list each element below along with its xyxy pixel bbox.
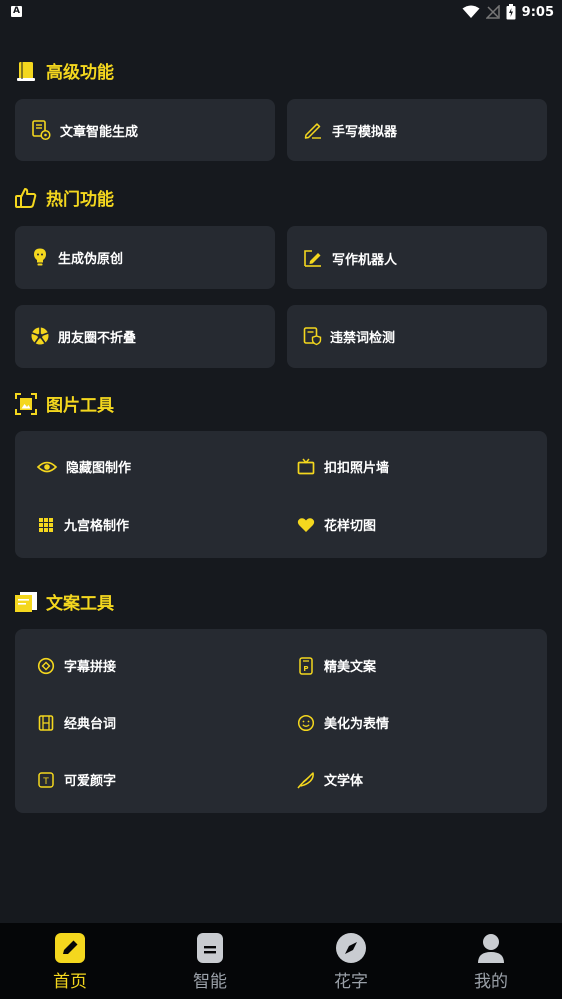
- tool-item-cute-kaomoji[interactable]: T 可爱颜字: [36, 770, 116, 789]
- tool-label: 精美文案: [324, 660, 377, 675]
- feature-card-handwriting-simulator[interactable]: 手写模拟器: [287, 99, 547, 161]
- tool-label: 文学体: [324, 774, 364, 789]
- text-box-icon: T: [38, 771, 54, 788]
- status-icons: 9:05: [462, 3, 554, 21]
- pen-icon: [304, 123, 321, 139]
- eye-icon: [36, 461, 58, 472]
- feature-label: 文章智能生成: [60, 124, 139, 140]
- tool-label: 扣扣照片墙: [324, 461, 390, 476]
- note-card-icon: [197, 933, 223, 963]
- tool-label: 九宫格制作: [64, 519, 130, 534]
- document-p-icon: P: [299, 656, 313, 675]
- tool-item-literary-style[interactable]: 文学体: [296, 770, 363, 789]
- aperture-icon: [31, 327, 49, 345]
- feature-card-article-generate[interactable]: 文章智能生成: [15, 99, 275, 161]
- nav-label: 智能: [193, 972, 227, 992]
- tool-label: 隐藏图制作: [66, 461, 132, 476]
- feature-label: 违禁词检测: [330, 330, 396, 346]
- no-signal-icon: [485, 5, 500, 19]
- bottom-navigation: 首页 智能 花字 我的: [0, 923, 562, 999]
- tool-label: 美化为表情: [324, 717, 390, 732]
- compass-icon: [336, 933, 366, 963]
- nav-tab-fancy-text[interactable]: 花字: [281, 923, 421, 999]
- section-title-copy-tools: 文案工具: [14, 589, 114, 614]
- image-frame-icon: [15, 392, 37, 415]
- nav-tab-smart[interactable]: 智能: [140, 923, 280, 999]
- section-title-image-tools: 图片工具: [14, 391, 114, 416]
- feature-label: 手写模拟器: [332, 124, 398, 140]
- image-tools-card: 隐藏图制作 扣扣照片墙 九宫格制作 花样切图: [15, 431, 547, 558]
- battery-icon: [506, 4, 516, 20]
- tool-item-qq-photo-wall[interactable]: 扣扣照片墙: [296, 457, 389, 476]
- subtitle-icon: [37, 657, 55, 674]
- tool-item-emoticon[interactable]: 美化为表情: [296, 713, 389, 732]
- feature-label: 写作机器人: [332, 252, 398, 268]
- tool-label: 字幕拼接: [64, 660, 117, 675]
- user-icon: [478, 934, 504, 963]
- section-title-advanced: 高级功能: [14, 58, 114, 83]
- tool-item-fancy-cut[interactable]: 花样切图: [296, 515, 376, 534]
- heart-icon: [297, 517, 315, 532]
- feature-card-pseudo-original[interactable]: 生成伪原创: [15, 226, 275, 289]
- nav-tab-home[interactable]: 首页: [0, 923, 140, 999]
- tool-item-hidden-image[interactable]: 隐藏图制作: [36, 457, 131, 476]
- nav-label: 花字: [334, 972, 368, 992]
- status-bar: A 9:05: [0, 0, 562, 24]
- pencil-square-icon: [55, 933, 85, 963]
- section-title-text: 高级功能: [46, 63, 114, 83]
- tv-icon: [297, 458, 315, 474]
- smiley-icon: [297, 714, 315, 731]
- svg-text:P: P: [303, 665, 308, 673]
- nav-tab-mine[interactable]: 我的: [421, 923, 561, 999]
- document-gear-icon: [32, 120, 51, 141]
- section-title-text: 图片工具: [46, 396, 114, 416]
- feature-label: 朋友圈不折叠: [58, 330, 137, 346]
- film-icon: [38, 714, 54, 731]
- section-title-hot: 热门功能: [14, 185, 114, 210]
- tool-label: 可爱颜字: [64, 774, 117, 789]
- edit-document-icon: [304, 250, 321, 267]
- notebook-icon: [17, 61, 35, 81]
- feature-card-writing-robot[interactable]: 写作机器人: [287, 226, 547, 289]
- section-title-text: 热门功能: [46, 190, 114, 210]
- feature-label: 生成伪原创: [58, 251, 124, 267]
- nav-label: 首页: [53, 972, 87, 992]
- feature-card-forbidden-word-check[interactable]: 违禁词检测: [287, 305, 547, 368]
- copy-tools-card: 字幕拼接 P 精美文案 经典台词 美化为表情 T 可爱颜字 文学体: [15, 629, 547, 813]
- lightbulb-icon: [34, 248, 46, 266]
- grid-icon: [39, 517, 53, 532]
- feather-icon: [297, 771, 314, 788]
- status-time: 9:05: [521, 4, 554, 20]
- tool-label: 花样切图: [324, 519, 377, 534]
- notepad-icon: [15, 591, 37, 612]
- tool-item-beautiful-copy[interactable]: P 精美文案: [296, 656, 376, 675]
- thumbs-up-icon: [15, 187, 37, 208]
- tool-item-classic-lines[interactable]: 经典台词: [36, 713, 116, 732]
- feature-card-moments-no-fold[interactable]: 朋友圈不折叠: [15, 305, 275, 368]
- tool-label: 经典台词: [64, 717, 117, 732]
- notification-icon: A: [11, 6, 22, 17]
- document-shield-icon: [303, 327, 322, 346]
- svg-text:T: T: [42, 777, 49, 787]
- tool-item-nine-grid[interactable]: 九宫格制作: [36, 515, 129, 534]
- wifi-icon: [462, 5, 480, 18]
- nav-label: 我的: [474, 972, 508, 992]
- section-title-text: 文案工具: [46, 594, 114, 614]
- tool-item-subtitle-stitch[interactable]: 字幕拼接: [36, 656, 116, 675]
